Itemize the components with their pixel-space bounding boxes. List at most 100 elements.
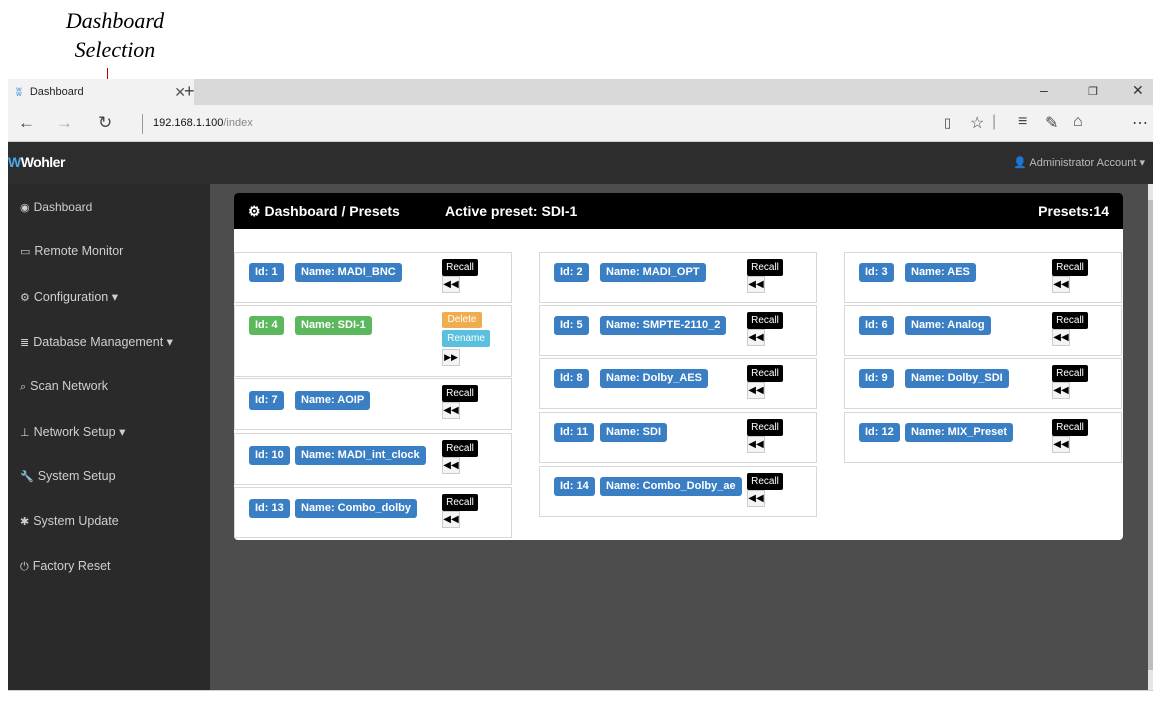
sidebar: ◉ Dashboard ▭ Remote Monitor ⚙ Configuratio…: [8, 184, 210, 690]
preset-name-badge: Name: MADI_BNC: [295, 263, 402, 282]
recall-button[interactable]: Recall: [1052, 419, 1088, 436]
recall-button[interactable]: Recall: [1052, 312, 1088, 329]
recall-button[interactable]: Recall: [1052, 259, 1088, 276]
sidebar-item-scan-network[interactable]: ⌕ Scan Network: [20, 379, 108, 394]
recall-button[interactable]: Recall: [442, 259, 478, 276]
page-scrollbar-thumb[interactable]: [1148, 200, 1153, 670]
preset-card: Id: 7 Name: AOIP Recall ◀◀: [234, 378, 512, 430]
preset-id-badge: Id: 7: [249, 391, 284, 410]
sidebar-item-configuration[interactable]: ⚙ Configuration ▾: [20, 289, 118, 304]
dashboard-icon: ◉: [20, 202, 30, 214]
recall-button[interactable]: Recall: [747, 473, 783, 490]
favorite-star-icon[interactable]: ☆: [970, 113, 984, 133]
account-menu[interactable]: 👤 Administrator Account ▾: [1013, 156, 1145, 169]
preset-name-badge: Name: SDI: [600, 423, 668, 442]
preset-id-badge: Id: 2: [554, 263, 589, 282]
sidebar-item-label: Database Management: [33, 335, 164, 349]
preset-id-badge: Id: 13: [249, 499, 290, 518]
rewind-icon[interactable]: ◀◀: [1052, 329, 1070, 346]
preset-name-badge: Name: AOIP: [295, 391, 371, 410]
recall-button[interactable]: Recall: [747, 419, 783, 436]
sidebar-item-factory-reset[interactable]: ⏻ Factory Reset: [20, 559, 111, 574]
screen: Dashboard Selection ʬ Dashboard ✕ + – ❐ …: [0, 0, 1153, 721]
rewind-icon[interactable]: ◀◀: [1052, 436, 1070, 453]
active-preset-label: Active preset: SDI-1: [445, 203, 578, 219]
rename-button[interactable]: Rename: [442, 330, 490, 347]
sidebar-item-dashboard[interactable]: ◉ Dashboard: [20, 200, 92, 214]
forward-icon[interactable]: ▶▶: [442, 349, 460, 366]
app-header: WWohler 👤 Administrator Account ▾: [8, 142, 1153, 184]
sidebar-item-label: Factory Reset: [32, 559, 111, 573]
caret-down-icon: ▾: [166, 335, 173, 349]
preset-card: Id: 11 Name: SDI Recall ◀◀: [539, 412, 817, 463]
sidebar-item-label: Network Setup: [33, 425, 116, 439]
preset-id-badge: Id: 10: [249, 446, 290, 465]
delete-button[interactable]: Delete: [442, 312, 482, 328]
preset-id-badge: Id: 6: [859, 316, 894, 335]
preset-card: Id: 9 Name: Dolby_SDI Recall ◀◀: [844, 358, 1122, 409]
window-close-icon[interactable]: ✕: [1132, 82, 1144, 99]
preset-name-badge: Name: SMPTE-2110_2: [600, 316, 727, 335]
wohler-logo[interactable]: WWohler: [8, 154, 65, 170]
refresh-icon[interactable]: ↻: [98, 113, 112, 133]
recall-button[interactable]: Recall: [747, 259, 783, 276]
gears-icon: ⚙: [20, 292, 30, 304]
sidebar-item-label: Dashboard: [33, 200, 93, 214]
preset-id-badge: Id: 11: [554, 423, 595, 442]
reading-view-icon[interactable]: ▯: [944, 115, 951, 131]
sidebar-item-database-management[interactable]: ≣ Database Management ▾: [20, 334, 173, 349]
preset-card-active: Id: 4 Name: SDI-1 Delete Rename ▶▶: [234, 305, 512, 377]
rewind-icon[interactable]: ◀◀: [747, 276, 765, 293]
new-tab-button[interactable]: +: [184, 81, 195, 102]
gear-icon: ✱: [20, 516, 30, 528]
sidebar-item-system-setup[interactable]: 🔧 System Setup: [20, 469, 116, 483]
forward-icon[interactable]: →: [56, 113, 73, 133]
url-host: 192.168.1.100: [153, 117, 224, 129]
preset-name-badge: Name: Combo_Dolby_ae: [600, 477, 742, 496]
browser-tab[interactable]: ʬ Dashboard ✕: [8, 79, 194, 105]
rewind-icon[interactable]: ◀◀: [442, 511, 460, 528]
sidebar-item-network-setup[interactable]: ⊥ Network Setup ▾: [20, 424, 125, 439]
back-icon[interactable]: ←: [18, 113, 35, 133]
web-note-icon[interactable]: ✎: [1045, 113, 1058, 133]
recall-button[interactable]: Recall: [442, 494, 478, 511]
hub-icon[interactable]: ≡: [1018, 113, 1027, 131]
rewind-icon[interactable]: ◀◀: [442, 402, 460, 419]
presets-panel-header: ⚙ Dashboard / Presets Active preset: SDI…: [234, 193, 1123, 229]
preset-id-badge: Id: 1: [249, 263, 284, 282]
sidebar-item-system-update[interactable]: ✱ System Update: [20, 514, 119, 528]
rewind-icon[interactable]: ◀◀: [747, 490, 765, 507]
browser-address-bar: ← → ↻ 192.168.1.100/index ▯ ☆ | ≡ ✎ ⌂ ⋯: [8, 105, 1153, 142]
preset-card: Id: 13 Name: Combo_dolby Recall ◀◀: [234, 487, 512, 538]
preset-name-badge: Name: Analog: [905, 316, 991, 335]
logo-text: Wohler: [20, 154, 66, 170]
share-icon[interactable]: ⌂: [1073, 113, 1083, 131]
recall-button[interactable]: Recall: [1052, 365, 1088, 382]
power-icon: ⏻: [20, 561, 29, 573]
search-icon: ⌕: [20, 381, 27, 393]
minimize-icon[interactable]: –: [1040, 82, 1048, 98]
rewind-icon[interactable]: ◀◀: [747, 436, 765, 453]
rewind-icon[interactable]: ◀◀: [442, 276, 460, 293]
preset-name-badge: Name: Dolby_AES: [600, 369, 708, 388]
rewind-icon[interactable]: ◀◀: [747, 329, 765, 346]
url-field[interactable]: 192.168.1.100/index: [153, 117, 253, 129]
presets-panel: ⚙ Dashboard / Presets Active preset: SDI…: [234, 193, 1123, 540]
rewind-icon[interactable]: ◀◀: [442, 457, 460, 474]
wrench-icon: 🔧: [20, 471, 34, 483]
recall-button[interactable]: Recall: [747, 365, 783, 382]
preset-id-badge: Id: 8: [554, 369, 589, 388]
preset-card: Id: 10 Name: MADI_int_clock Recall ◀◀: [234, 433, 512, 485]
rewind-icon[interactable]: ◀◀: [1052, 276, 1070, 293]
recall-button[interactable]: Recall: [442, 440, 478, 457]
sidebar-item-remote-monitor[interactable]: ▭ Remote Monitor: [20, 244, 123, 258]
url-path: /index: [223, 117, 253, 129]
presets-count: Presets:14: [1038, 203, 1109, 219]
preset-id-badge: Id: 12: [859, 423, 900, 442]
restore-icon[interactable]: ❐: [1088, 85, 1098, 98]
rewind-icon[interactable]: ◀◀: [747, 382, 765, 399]
recall-button[interactable]: Recall: [747, 312, 783, 329]
recall-button[interactable]: Recall: [442, 385, 478, 402]
rewind-icon[interactable]: ◀◀: [1052, 382, 1070, 399]
more-icon[interactable]: ⋯: [1132, 113, 1148, 133]
